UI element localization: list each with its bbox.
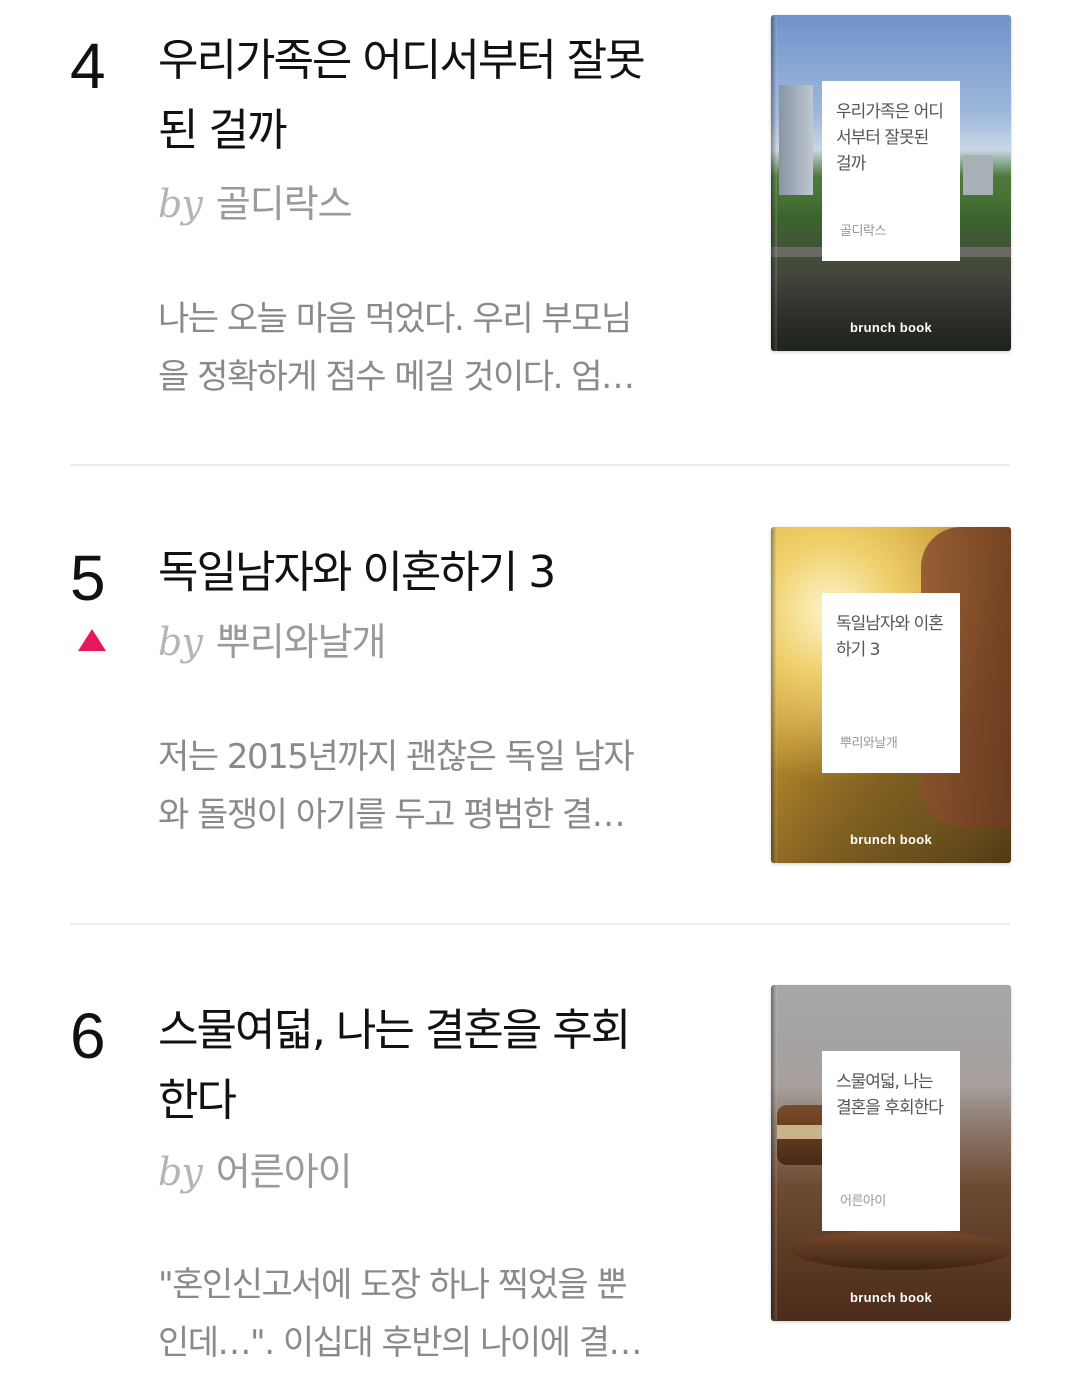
excerpt-line: "혼인신고서에 도장 하나 찍었을 뿐 — [158, 1265, 628, 1305]
book-excerpt: 저는 2015년까지 괜찮은 독일 남자 와 돌쟁이 아기를 두고 평범한 결… — [158, 728, 698, 844]
book-cover[interactable]: 스물여덟, 나는 결혼을 후회한다 어른아이 brunch book — [771, 985, 1011, 1321]
book-cover[interactable]: 우리가족은 어디서부터 잘못된 걸까 골디락스 brunch book — [771, 15, 1011, 351]
cover-title: 독일남자와 이혼하기 3 — [836, 614, 944, 660]
divider — [70, 923, 1010, 925]
brunch-book-label: brunch book — [849, 1290, 933, 1305]
book-excerpt: 나는 오늘 마음 먹었다. 우리 부모님 을 정확하게 점수 메길 것이다. 엄… — [158, 290, 698, 406]
author-name: 골디락스 — [215, 182, 353, 226]
book-title-line: 우리가족은 어디서부터 잘못 — [158, 35, 646, 86]
book-title-line: 스물여덟, 나는 결혼을 후회 — [158, 1005, 631, 1056]
rank-number: 6 — [70, 1000, 106, 1072]
brunch-book-label: brunch book — [849, 320, 933, 335]
cover-author: 골디락스 — [840, 224, 886, 239]
book-excerpt: "혼인신고서에 도장 하나 찍었을 뿐 인데…". 이십대 후반의 나이에 결… — [158, 1256, 698, 1372]
excerpt-line: 나는 오늘 마음 먹었다. 우리 부모님 — [158, 299, 632, 339]
book-title[interactable]: 우리가족은 어디서부터 잘못 된 걸까 — [158, 26, 718, 166]
cover-spine — [771, 985, 777, 1321]
by-label: by — [158, 620, 203, 664]
excerpt-line: 을 정확하게 점수 메길 것이다. 엄… — [158, 357, 635, 397]
author-name: 어른아이 — [215, 1150, 353, 1194]
by-label: by — [158, 1150, 203, 1194]
excerpt-line: 저는 2015년까지 괜찮은 독일 남자 — [158, 737, 635, 777]
brunch-book-label: brunch book — [849, 832, 933, 847]
cover-photo-sound-block — [791, 1230, 1011, 1270]
rank-number: 5 — [70, 542, 106, 614]
excerpt-line: 인데…". 이십대 후반의 나이에 결… — [158, 1323, 643, 1363]
author-name: 뿌리와날개 — [215, 620, 387, 664]
cover-title: 스물여덟, 나는 결혼을 후회한다 — [836, 1072, 944, 1118]
book-title-line: 된 걸까 — [158, 105, 287, 156]
rank-number: 4 — [70, 30, 106, 102]
book-title-line: 한다 — [158, 1075, 237, 1126]
by-label: by — [158, 182, 203, 226]
cover-photo-building — [963, 155, 993, 195]
cover-author: 어른아이 — [840, 1194, 886, 1209]
book-title-line: 독일남자와 이혼하기 3 — [158, 547, 556, 598]
rank-up-icon — [78, 629, 106, 651]
author-byline[interactable]: by 뿌리와날개 — [158, 620, 387, 664]
divider — [70, 464, 1010, 466]
cover-title: 우리가족은 어디서부터 잘못된 걸까 — [836, 102, 944, 174]
cover-spine — [771, 15, 777, 351]
cover-photo-building — [779, 85, 813, 195]
book-title[interactable]: 스물여덟, 나는 결혼을 후회 한다 — [158, 996, 718, 1136]
book-title[interactable]: 독일남자와 이혼하기 3 — [158, 538, 718, 608]
cover-spine — [771, 527, 777, 863]
cover-card: 독일남자와 이혼하기 3 뿌리와날개 — [822, 593, 960, 773]
cover-author: 뿌리와날개 — [840, 736, 898, 751]
author-byline[interactable]: by 골디락스 — [158, 182, 353, 226]
author-byline[interactable]: by 어른아이 — [158, 1150, 353, 1194]
book-cover[interactable]: 독일남자와 이혼하기 3 뿌리와날개 brunch book — [771, 527, 1011, 863]
cover-card: 스물여덟, 나는 결혼을 후회한다 어른아이 — [822, 1051, 960, 1231]
cover-card: 우리가족은 어디서부터 잘못된 걸까 골디락스 — [822, 81, 960, 261]
excerpt-line: 와 돌쟁이 아기를 두고 평범한 결… — [158, 795, 626, 835]
